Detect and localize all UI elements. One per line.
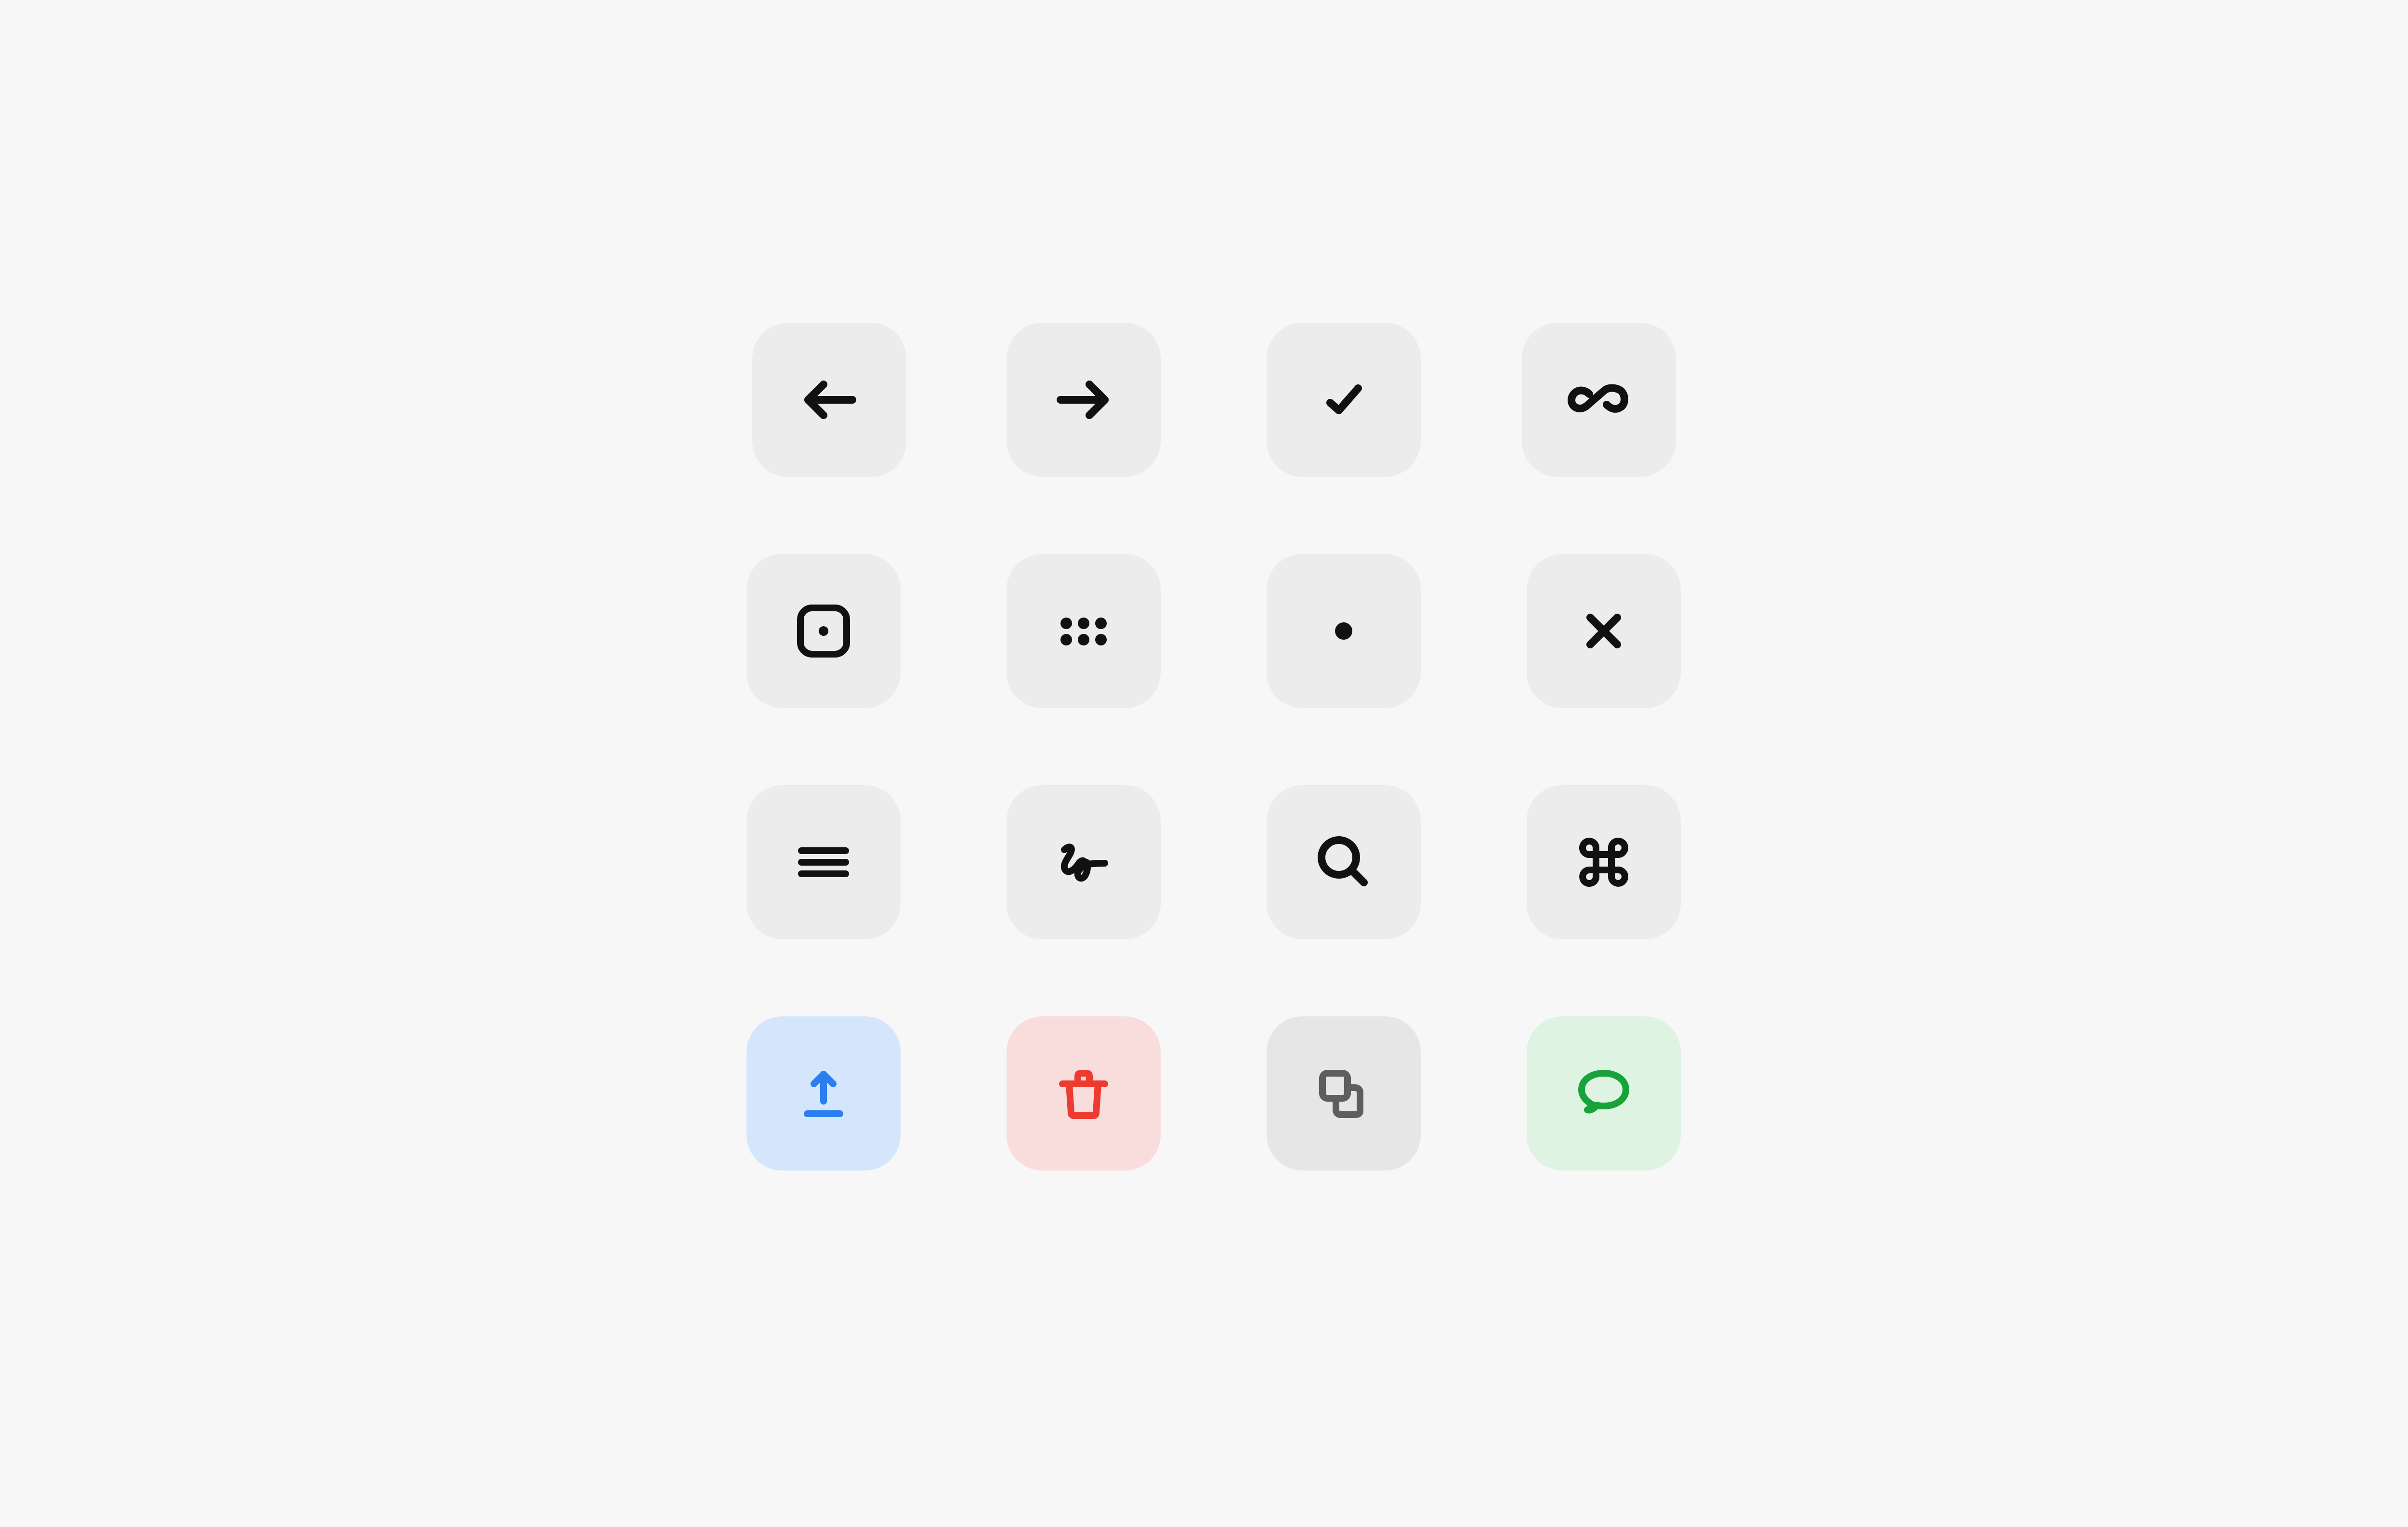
six-dots-icon <box>1035 583 1132 679</box>
icon-grid <box>0 0 2408 1527</box>
upload-button[interactable] <box>746 1016 901 1171</box>
checkmark-button[interactable] <box>1267 323 1421 477</box>
chat-button[interactable] <box>1527 1016 1681 1171</box>
close-icon <box>1556 583 1652 679</box>
command-key-icon <box>1556 814 1652 910</box>
command-key-button[interactable] <box>1527 785 1681 939</box>
duplicate-icon <box>1296 1045 1392 1142</box>
upload-icon <box>775 1045 872 1142</box>
dot-button[interactable] <box>1267 554 1421 708</box>
arrow-right-icon <box>1035 352 1132 448</box>
signature-icon <box>1035 814 1132 910</box>
trash-button[interactable] <box>1007 1016 1161 1171</box>
menu-lines-icon <box>775 814 872 910</box>
infinity-link-icon <box>1551 352 1647 448</box>
infinity-link-button[interactable] <box>1522 323 1676 477</box>
menu-button[interactable] <box>746 785 901 939</box>
trash-icon <box>1035 1045 1132 1142</box>
square-dot-button[interactable] <box>746 554 901 708</box>
close-button[interactable] <box>1527 554 1681 708</box>
search-icon <box>1296 814 1392 910</box>
arrow-left-icon <box>781 352 877 448</box>
arrow-right-button[interactable] <box>1007 323 1161 477</box>
square-dot-icon <box>775 583 872 679</box>
six-dots-button[interactable] <box>1007 554 1161 708</box>
dot-icon <box>1296 583 1392 679</box>
checkmark-icon <box>1296 352 1392 448</box>
signature-button[interactable] <box>1007 785 1161 939</box>
arrow-left-button[interactable] <box>752 323 906 477</box>
search-button[interactable] <box>1267 785 1421 939</box>
chat-bubble-icon <box>1556 1045 1652 1142</box>
duplicate-button[interactable] <box>1267 1016 1421 1171</box>
